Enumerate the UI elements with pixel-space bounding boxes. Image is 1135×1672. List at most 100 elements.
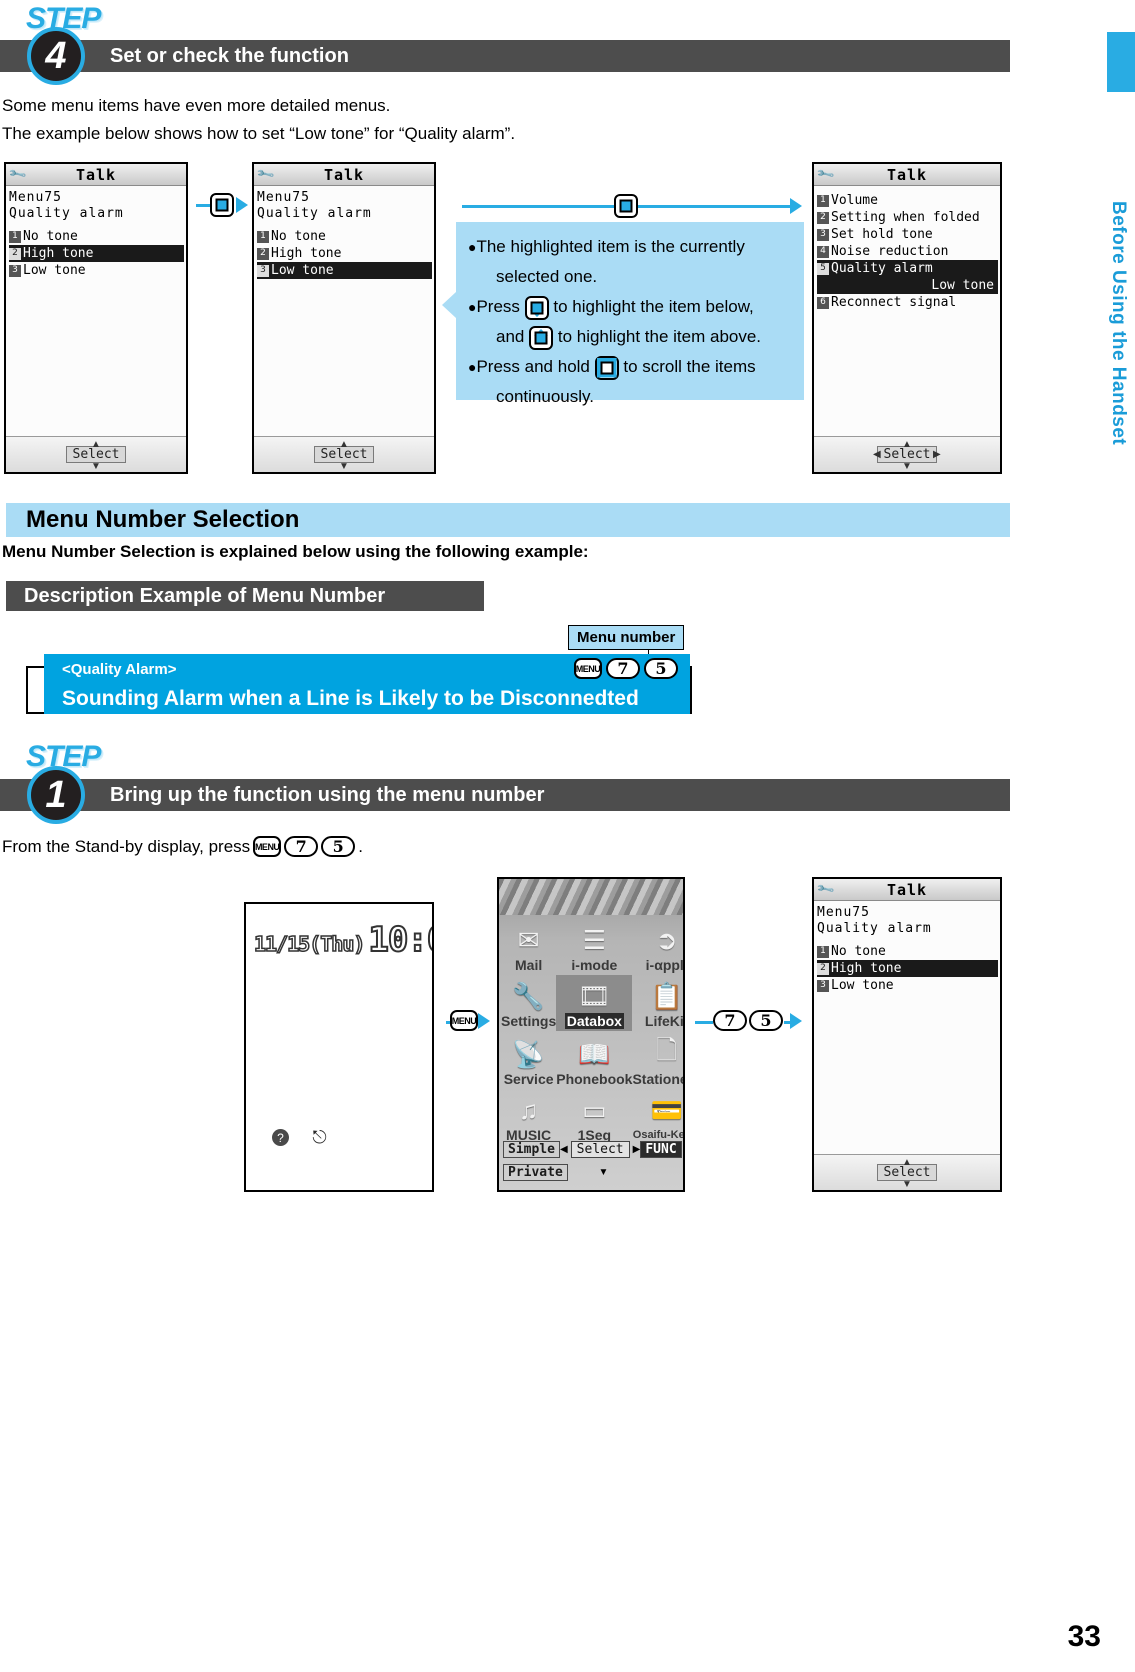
side-tab-marker (1107, 32, 1135, 92)
screen3-title: Talk (886, 165, 928, 184)
menu-cell-music[interactable]: ♫ MUSIC (501, 1089, 556, 1144)
item-number: 1 (817, 945, 829, 958)
scroll-down-icon: ▼ (91, 461, 101, 472)
screen1-title: Talk (75, 165, 117, 184)
simple-tag[interactable]: Simple (503, 1141, 560, 1158)
list-item-value: Low tone (817, 277, 998, 294)
nav-key-icon (210, 193, 234, 217)
description-example-heading-text: Description Example of Menu Number (24, 584, 386, 607)
key-7-icon: 7 (284, 836, 319, 857)
key-7-icon: 7 (713, 1010, 747, 1031)
menu-cell-service[interactable]: 📡 Service (501, 1033, 556, 1088)
screen3-title-bar: 🔧 Talk (814, 164, 1000, 186)
list-item[interactable]: 1 No tone (257, 228, 432, 245)
menu-cell-settings[interactable]: 🔧 Settings (501, 975, 556, 1031)
wallet-icon: 💳 (650, 1094, 683, 1125)
callout-b1-l2: selected one. (496, 267, 598, 286)
menu-cell-databox[interactable]: 🎞 Databox (556, 975, 633, 1031)
example-title-row: Sounding Alarm when a Line is Likely to … (44, 684, 690, 714)
list-item[interactable]: 1 No tone (817, 943, 998, 960)
main-menu-footer-row2: Private ▼ (499, 1161, 683, 1184)
softkey-func[interactable]: FUNC (640, 1141, 682, 1158)
callout-b3-a: Press and hold (476, 357, 590, 376)
main-menu-footer: Simple ◀ Select ▶ FUNC Private ▼ (499, 1138, 683, 1190)
scroll-down-icon: ▼ (598, 1167, 609, 1178)
screen3-softkey-bar: ▲ ◀ Select ▶ ▼ (814, 436, 1000, 472)
screen1-head2: Quality alarm (9, 206, 124, 221)
help-icon: ? (272, 1129, 289, 1146)
screen4-title: Talk (886, 880, 928, 899)
screen2-head1: Menu75 (257, 190, 310, 205)
private-tag[interactable]: Private (503, 1164, 568, 1181)
list-item[interactable]: 2 High tone (257, 245, 432, 262)
arrow-2-head (790, 198, 802, 214)
screen2-list: 1 No tone 2 High tone 3 Low tone (257, 228, 432, 279)
callout-b2-d: to highlight the item above. (557, 327, 762, 346)
nav-key-down-icon (524, 295, 549, 320)
phone-screen-3: 🔧 Talk 1 Volume 2 Setting when folded 3 … (812, 162, 1002, 474)
screen4-title-bar: 🔧 Talk (814, 879, 1000, 901)
phone-screen-1: 🔧 Talk Menu75 Quality alarm 1 No tone 2 … (4, 162, 188, 474)
menu-cell-1seg[interactable]: ▭ 1Seg (556, 1089, 632, 1144)
bluetooth-icon: ⎋ (312, 1127, 327, 1147)
menu-number-heading: Menu Number Selection (6, 503, 1010, 537)
clipboard-icon: 📋 (650, 980, 683, 1011)
callout-bullet-3: ●Press and hold to scroll the items cont… (468, 352, 792, 412)
item-number: 2 (257, 247, 269, 260)
scroll-down-icon: ▼ (339, 461, 349, 472)
list-item[interactable]: 1 No tone (9, 228, 184, 245)
item-number: 6 (817, 296, 829, 309)
nav-key-updown-icon (594, 355, 619, 380)
list-item[interactable]: 2 High tone (817, 960, 998, 977)
menu-number-heading-text: Menu Number Selection (26, 506, 300, 533)
softkey-select[interactable]: Select (570, 1141, 630, 1158)
list-item[interactable]: 1 Volume (817, 192, 998, 209)
callout-b3-b: to scroll the items (623, 357, 756, 376)
item-number: 1 (9, 230, 21, 243)
callout-bullet-1: ●The highlighted item is the currently s… (468, 232, 792, 292)
menu-cell-mail[interactable]: ✉ Mail (501, 919, 556, 974)
key-5-icon: 5 (644, 658, 678, 679)
menu-cell-osaifu[interactable]: 💳 Osaifu-Keitai (632, 1089, 683, 1143)
menu-cell-stationery[interactable]: 🗋 Stationery (632, 1033, 683, 1087)
list-item[interactable]: 3 Low tone (257, 262, 432, 279)
step4-number: 4 (27, 27, 85, 85)
manual-page: Before Using the Handset STEP Set or che… (0, 0, 1135, 1672)
section-side-label: Before Using the Handset (1108, 200, 1129, 446)
step1-number: 1 (27, 766, 85, 824)
list-item[interactable]: 3 Low tone (9, 262, 184, 279)
list-item[interactable]: 5 Quality alarm (817, 260, 998, 277)
item-label: Noise reduction (831, 244, 949, 259)
select-softkey-group[interactable]: ◀ Select ▶ (560, 1141, 640, 1158)
wrench-icon: 🔧 (815, 163, 837, 185)
list-item[interactable]: 3 Set hold tone (817, 226, 998, 243)
antenna-icon: 📡 (512, 1038, 545, 1069)
menu-cell-iappli[interactable]: ➲ i-αppli (632, 919, 683, 974)
menu-cell-label: Settings (501, 1013, 557, 1029)
menu-number-lead: Menu Number Selection is explained below… (2, 542, 589, 561)
menu-cell-imode[interactable]: ☰ i-mode (556, 919, 632, 974)
iappli-icon: ➲ (655, 924, 678, 955)
screen1-body: Menu75 Quality alarm 1 No tone 2 High to… (6, 186, 186, 436)
item-number: 4 (817, 245, 829, 258)
callout-b2-c: and (496, 327, 525, 346)
example-title: Sounding Alarm when a Line is Likely to … (62, 687, 639, 710)
list-item[interactable]: 2 High tone (9, 245, 184, 262)
menu-cell-label: LifeKit (644, 1013, 685, 1029)
step1-bar: Bring up the function using the menu num… (0, 779, 1010, 811)
menu-cell-lifekit[interactable]: 📋 LifeKit (632, 975, 685, 1031)
screen2-title-bar: 🔧 Talk (254, 164, 434, 186)
screen1-list: 1 No tone 2 High tone 3 Low tone (9, 228, 184, 279)
item-number: 3 (9, 264, 21, 277)
menu-cell-phonebook[interactable]: 📖 Phonebook (556, 1033, 632, 1088)
list-item[interactable]: 3 Low tone (817, 977, 998, 994)
screen4-softkey-bar: ▲ Select ▼ (814, 1154, 1000, 1190)
item-label: Setting when folded (831, 210, 980, 225)
list-item[interactable]: 6 Reconnect signal (817, 294, 998, 311)
screen4-head1: Menu75 (817, 905, 870, 920)
list-item[interactable]: 4 Noise reduction (817, 243, 998, 260)
callout-b1-l1: The highlighted item is the currently (476, 237, 745, 256)
list-item[interactable]: 2 Setting when folded (817, 209, 998, 226)
standby-status-icons: ? ⎋ (272, 1127, 328, 1147)
step1-instruction: From the Stand-by display, press MENU 7 … (2, 836, 363, 857)
